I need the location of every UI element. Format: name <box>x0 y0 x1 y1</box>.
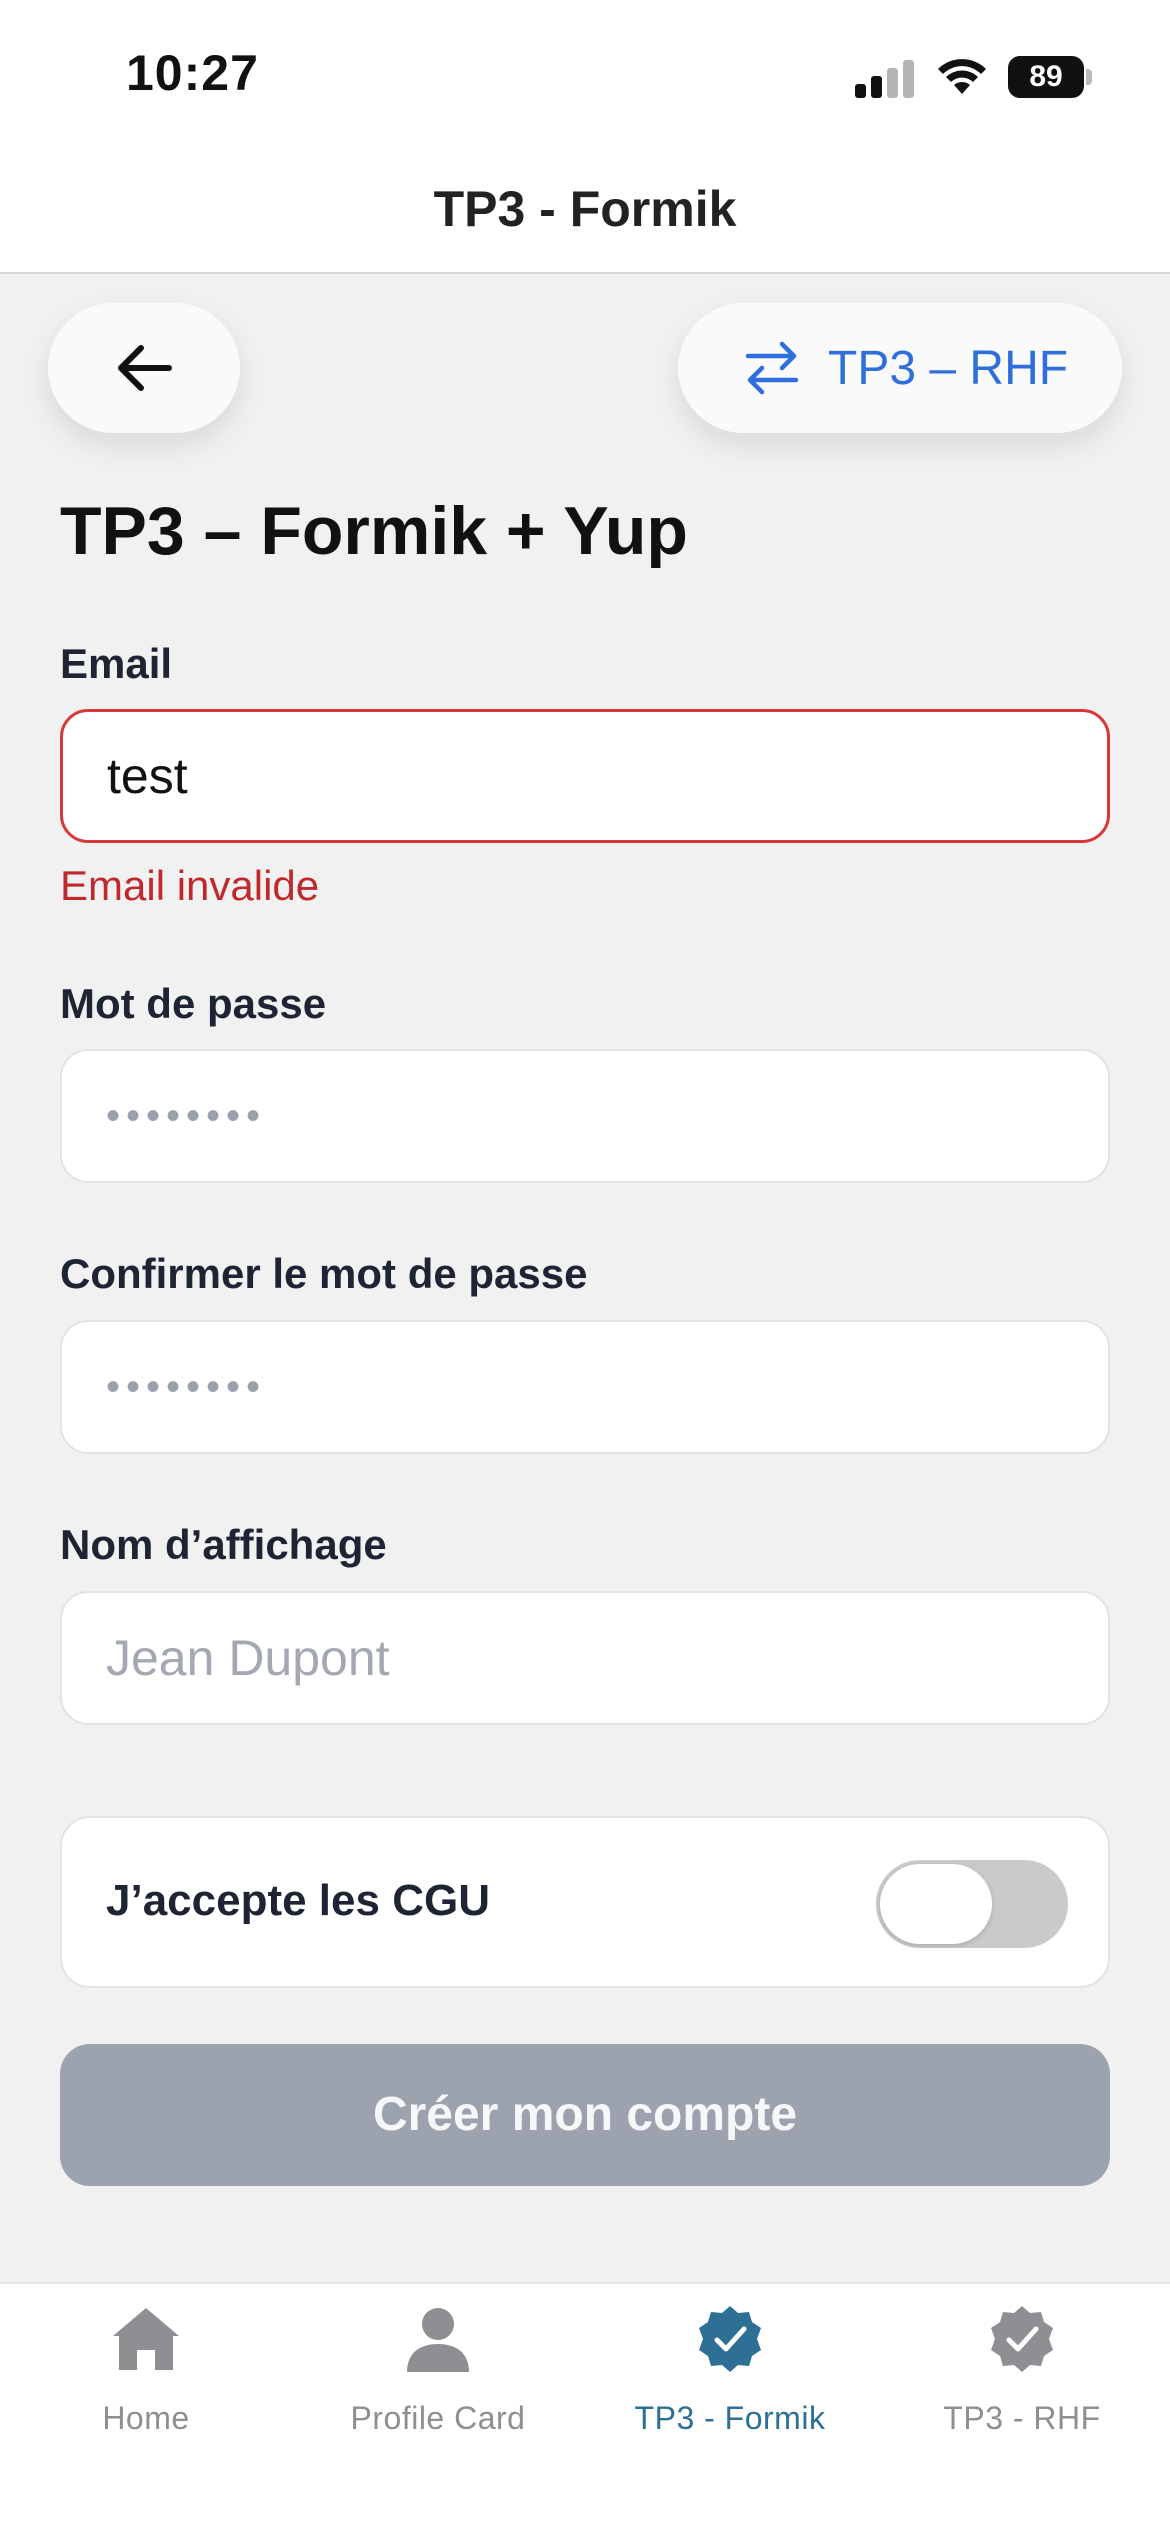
wifi-icon <box>938 59 986 94</box>
page-title: TP3 – Formik + Yup <box>60 493 688 569</box>
swap-arrows-icon <box>745 341 799 395</box>
tab-profile-card[interactable]: Profile Card <box>292 2304 584 2444</box>
display-name-label: Nom d’affichage <box>60 1521 387 1568</box>
nav-header: TP3 - Formik <box>0 150 1170 274</box>
arrow-left-icon <box>118 345 172 391</box>
tab-home[interactable]: Home <box>0 2304 292 2444</box>
email-label: Email <box>60 640 173 687</box>
header-title: TP3 - Formik <box>433 181 737 237</box>
password-value: •••••••• <box>106 1093 267 1138</box>
verified-badge-icon <box>699 2306 761 2372</box>
battery-icon: 89 <box>1008 56 1092 98</box>
tab-label: TP3 - RHF <box>943 2400 1101 2436</box>
battery-level: 89 <box>1008 56 1084 98</box>
cellular-signal-icon <box>855 58 915 98</box>
toggle-knob <box>880 1864 992 1944</box>
back-button[interactable] <box>48 303 240 433</box>
email-field[interactable]: test <box>60 709 1110 843</box>
email-value: test <box>107 748 188 804</box>
cgu-toggle[interactable] <box>876 1860 1068 1948</box>
tab-bar: Home Profile Card TP3 - Formik TP3 - RHF <box>0 2282 1170 2532</box>
password-field[interactable]: •••••••• <box>60 1049 1110 1183</box>
verified-badge-icon <box>991 2306 1053 2372</box>
display-name-field[interactable]: Jean Dupont <box>60 1591 1110 1725</box>
cgu-row: J’accepte les CGU <box>60 1816 1110 1988</box>
person-icon <box>407 2308 469 2372</box>
tab-tp3-formik[interactable]: TP3 - Formik <box>584 2304 876 2444</box>
tab-label: Profile Card <box>350 2400 526 2436</box>
cgu-label: J’accepte les CGU <box>106 1876 490 1925</box>
switch-button-label: TP3 – RHF <box>828 341 1069 395</box>
email-error-message: Email invalide <box>60 862 320 909</box>
confirm-password-field[interactable]: •••••••• <box>60 1320 1110 1454</box>
tab-label: Home <box>102 2400 190 2436</box>
status-time: 10:27 <box>126 45 259 101</box>
switch-to-rhf-button[interactable]: TP3 – RHF <box>678 303 1122 433</box>
confirm-password-value: •••••••• <box>106 1364 267 1409</box>
home-icon <box>113 2308 179 2370</box>
password-label: Mot de passe <box>60 980 327 1027</box>
create-account-button[interactable]: Créer mon compte <box>60 2044 1110 2186</box>
status-bar: 10:27 89 <box>0 0 1170 150</box>
confirm-password-label: Confirmer le mot de passe <box>60 1250 588 1297</box>
display-name-placeholder: Jean Dupont <box>106 1630 390 1686</box>
tab-tp3-rhf[interactable]: TP3 - RHF <box>876 2304 1168 2444</box>
tab-label: TP3 - Formik <box>634 2400 826 2436</box>
